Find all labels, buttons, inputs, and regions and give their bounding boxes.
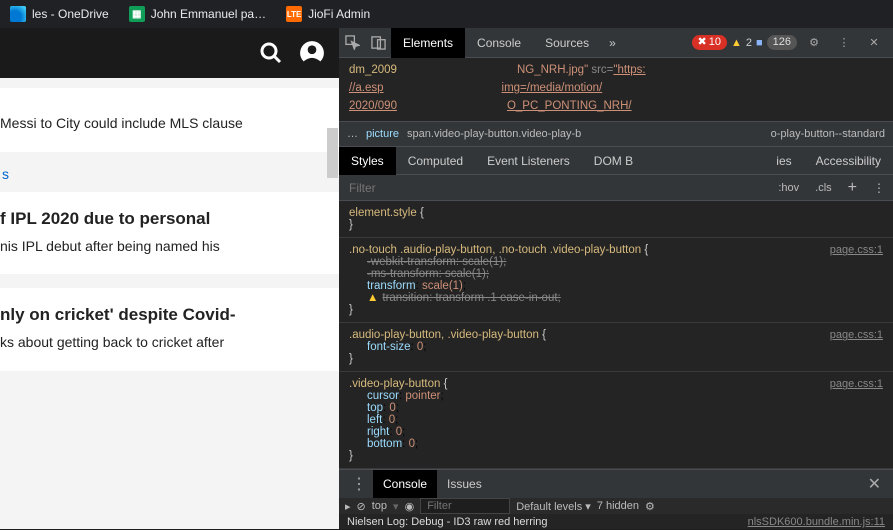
article-title: f IPL 2020 due to personal — [0, 208, 329, 231]
live-expression-icon[interactable]: ◉ — [405, 500, 415, 513]
elements-breadcrumb[interactable]: … picture span.video-play-button.video-p… — [339, 121, 893, 147]
webpage-content: Messi to City could include MLS clause s… — [0, 28, 339, 529]
tab-console[interactable]: Console — [465, 28, 533, 58]
css-rule[interactable]: element.style {} — [339, 201, 893, 238]
css-rule[interactable]: page.css:1.video-play-button {cursor: po… — [339, 372, 893, 469]
page-header — [0, 28, 339, 78]
drawer-tab-issues[interactable]: Issues — [437, 470, 492, 498]
css-declaration[interactable]: ▲transition: transform .1 ease-in-out; — [349, 292, 883, 304]
browser-tab-onedrive[interactable]: les - OneDrive — [0, 0, 119, 28]
hov-toggle[interactable]: :hov — [770, 182, 807, 194]
tab-properties-tail[interactable]: ies — [764, 147, 803, 175]
tab-computed[interactable]: Computed — [396, 147, 475, 175]
article-title: Messi to City could include MLS clause — [0, 114, 329, 134]
drawer-tab-console[interactable]: Console — [373, 470, 437, 498]
tab-label: JioFi Admin — [308, 7, 370, 21]
devtools-panel: Elements Console Sources » ✖ 10 ▲ 2 ■ 12… — [339, 28, 893, 529]
inspect-element-icon[interactable] — [339, 28, 365, 58]
styles-pane[interactable]: element.style {}page.css:1.no-touch .aud… — [339, 201, 893, 469]
rule-source-link[interactable]: page.css:1 — [830, 378, 883, 390]
css-declaration[interactable]: cursor: pointer; — [349, 390, 883, 402]
styles-tab-bar: Styles Computed Event Listeners DOM B ie… — [339, 147, 893, 175]
breadcrumb-ellipsis[interactable]: … — [347, 128, 358, 140]
css-declaration[interactable]: left: 0; — [349, 414, 883, 426]
styles-filter-row: :hov .cls + ⋮ — [339, 175, 893, 201]
warning-icon[interactable]: ▲ — [731, 37, 742, 49]
tab-styles[interactable]: Styles — [339, 147, 396, 175]
clear-console-icon[interactable]: ⊘ — [357, 500, 366, 513]
console-sidebar-icon[interactable]: ▸ — [345, 500, 351, 513]
drawer-close-icon[interactable]: ✕ — [862, 474, 887, 494]
tab-dom-breakpoints[interactable]: DOM B — [582, 147, 645, 175]
css-declaration[interactable]: -webkit-transform: scale(1); — [349, 256, 883, 268]
kebab-icon[interactable]: ⋮ — [831, 28, 857, 58]
info-icon[interactable]: ■ — [756, 37, 763, 49]
devtools-top-bar: Elements Console Sources » ✖ 10 ▲ 2 ■ 12… — [339, 28, 893, 58]
tab-accessibility[interactable]: Accessibility — [804, 147, 893, 175]
onedrive-icon — [10, 6, 26, 22]
avatar-icon[interactable] — [299, 40, 325, 66]
article-card[interactable]: nly on cricket' despite Covid- ks about … — [0, 288, 339, 371]
console-context[interactable]: top — [372, 500, 387, 512]
console-log-line: Nielsen Log: Debug - ID3 raw red herring… — [339, 514, 893, 530]
css-declaration[interactable]: -ms-transform: scale(1); — [349, 268, 883, 280]
issues-count-badge[interactable]: 126 — [767, 35, 797, 50]
console-filter-input[interactable] — [420, 498, 510, 514]
rule-source-link[interactable]: page.css:1 — [830, 329, 883, 341]
lte-icon: LTE — [286, 6, 302, 22]
article-subtitle: nis IPL debut after being named his — [0, 237, 329, 257]
gear-icon[interactable]: ⚙ — [801, 28, 827, 58]
close-icon[interactable]: ✕ — [861, 28, 887, 58]
log-source-link[interactable]: nlsSDK600.bundle.min.js:11 — [748, 516, 885, 528]
css-rule[interactable]: page.css:1.audio-play-button, .video-pla… — [339, 323, 893, 372]
tab-event-listeners[interactable]: Event Listeners — [475, 147, 582, 175]
breadcrumb-tail[interactable]: o-play-button--standard — [771, 128, 885, 140]
css-rule[interactable]: page.css:1.no-touch .audio-play-button, … — [339, 238, 893, 323]
breadcrumb-picture[interactable]: picture — [366, 128, 399, 140]
styles-filter-input[interactable] — [339, 181, 770, 195]
article-subtitle: ks about getting back to cricket after — [0, 333, 329, 353]
article-title: nly on cricket' despite Covid- — [0, 304, 329, 327]
browser-tab-jiofi[interactable]: LTE JioFi Admin — [276, 0, 380, 28]
css-declaration[interactable]: top: 0; — [349, 402, 883, 414]
css-declaration[interactable]: right: 0; — [349, 426, 883, 438]
tab-sources[interactable]: Sources — [533, 28, 601, 58]
log-levels-select[interactable]: Default levels ▾ — [516, 500, 591, 513]
cls-toggle[interactable]: .cls — [807, 182, 840, 194]
browser-tab-sheets[interactable]: ▦ John Emmanuel pa… — [119, 0, 276, 28]
tab-elements[interactable]: Elements — [391, 28, 465, 58]
scrollbar-thumb[interactable] — [327, 128, 338, 178]
tab-label: John Emmanuel pa… — [151, 7, 266, 21]
device-toolbar-icon[interactable] — [365, 28, 391, 58]
drawer-kebab-icon[interactable]: ⋮ — [345, 474, 373, 494]
rule-source-link[interactable]: page.css:1 — [830, 244, 883, 256]
new-style-rule-icon[interactable]: + — [840, 179, 865, 197]
css-declaration[interactable]: font-size: 0; — [349, 341, 883, 353]
breadcrumb-span[interactable]: span.video-play-button.video-play-b — [407, 128, 581, 140]
css-declaration[interactable]: transform: scale(1); — [349, 280, 883, 292]
log-message: Nielsen Log: Debug - ID3 raw red herring — [347, 516, 548, 528]
browser-tab-strip: les - OneDrive ▦ John Emmanuel pa… LTE J… — [0, 0, 893, 28]
sheets-icon: ▦ — [129, 6, 145, 22]
tab-label: les - OneDrive — [32, 7, 109, 21]
warning-count: 2 — [746, 37, 752, 49]
link-fragment[interactable]: s — [0, 166, 339, 192]
console-settings-icon[interactable]: ⚙ — [645, 500, 655, 513]
elements-dom-view[interactable]: dm_2009NG_NRH.jpg" src="https: //a.espim… — [339, 58, 893, 121]
styles-more-icon[interactable]: ⋮ — [865, 181, 893, 195]
article-card[interactable]: Messi to City could include MLS clause — [0, 88, 339, 152]
console-drawer: ⋮ Console Issues ✕ ▸ ⊘ top ▾ ◉ Default l… — [339, 469, 893, 529]
error-count-badge[interactable]: ✖ 10 — [692, 35, 727, 50]
tab-overflow-icon[interactable]: » — [601, 28, 624, 58]
css-declaration[interactable]: bottom: 0; — [349, 438, 883, 450]
hidden-count[interactable]: 7 hidden — [597, 500, 639, 512]
article-card[interactable]: f IPL 2020 due to personal nis IPL debut… — [0, 192, 339, 275]
search-icon[interactable] — [259, 41, 283, 65]
